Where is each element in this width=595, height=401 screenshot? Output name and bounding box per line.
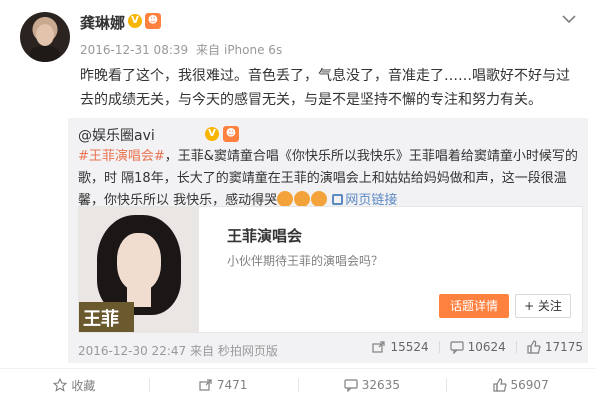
repost-like-count[interactable]: 17175 xyxy=(527,340,583,354)
topic-card-title[interactable]: 王菲演唱会 xyxy=(227,225,302,246)
repost-footer: 2016-12-30 22:47 来自 秒拍网页版 15524 10624 17… xyxy=(78,340,583,358)
repost-repost-count[interactable]: 15524 xyxy=(372,340,429,354)
avatar-body xyxy=(30,46,60,62)
repost-meta: 2016-12-30 22:47 来自 秒拍网页版 xyxy=(78,342,278,359)
divider xyxy=(438,341,440,353)
verified-badge-icon[interactable]: V xyxy=(205,127,219,141)
comment-icon xyxy=(450,341,464,354)
member-level-icon[interactable]: ☻ xyxy=(223,126,239,142)
repost-text: #王菲演唱会#，王菲&窦靖童合唱《你快乐所以我快乐》王菲唱着给窦靖童小时候写的歌… xyxy=(78,146,583,212)
repost-timestamp[interactable]: 2016-12-30 22:47 xyxy=(78,344,186,358)
weibo-post: 龚琳娜 V ☻ 2016-12-31 08:39 来自 iPhone 6s 昨晚看… xyxy=(0,0,595,401)
thumbs-up-icon xyxy=(527,340,541,354)
comment-count-value: 10624 xyxy=(467,340,506,354)
repost-comment-count[interactable]: 10624 xyxy=(450,340,506,354)
post-text-line: 去的成绩无关，与今天的感冒无关，与是不是坚持不懈的专注和努力有关。 xyxy=(80,92,542,108)
follow-button[interactable]: + 关注 xyxy=(515,294,571,318)
post-text-line: 昨晚看了这个，我很难过。音色丢了，气息没了，音准走了……唱歌好不好与过 xyxy=(80,68,570,84)
avatar-face xyxy=(36,24,54,46)
topic-card-image[interactable]: 王菲 xyxy=(79,207,199,332)
like-count: 56907 xyxy=(510,378,549,392)
thumbs-up-icon xyxy=(492,378,507,392)
favorite-button[interactable]: 收藏 xyxy=(0,369,149,401)
author-name[interactable]: 龚琳娜 xyxy=(80,12,125,33)
portrait-face xyxy=(117,233,161,291)
post-meta: 2016-12-31 08:39 来自 iPhone 6s xyxy=(80,41,286,58)
chevron-down-icon[interactable] xyxy=(560,12,578,26)
repost-count-value: 15524 xyxy=(390,340,429,354)
topic-detail-button[interactable]: 话题详情 xyxy=(439,294,509,318)
share-icon xyxy=(372,341,386,353)
like-count-value: 17175 xyxy=(544,340,583,354)
author-avatar[interactable] xyxy=(20,12,70,62)
share-icon xyxy=(199,379,212,391)
thumbs-up-icon xyxy=(277,191,294,207)
repost-author[interactable]: @娱乐圈avi xyxy=(78,125,155,145)
like-button[interactable]: 56907 xyxy=(446,369,595,401)
repost-button[interactable]: 7471 xyxy=(148,369,298,401)
image-label: 王菲 xyxy=(83,309,119,330)
favorite-label: 收藏 xyxy=(71,378,96,393)
comment-count: 32635 xyxy=(361,378,400,392)
post-source-prefix: 来自 xyxy=(195,43,220,57)
action-bar: 收藏 7471 32635 56907 xyxy=(0,368,595,401)
comment-icon xyxy=(344,379,358,392)
topic-card-subtitle: 小伙伴期待王菲的演唱会吗？ xyxy=(227,254,384,268)
post-text: 昨晚看了这个，我很难过。音色丢了，气息没了，音准走了……唱歌好不好与过 去的成绩… xyxy=(80,64,580,112)
topic-card[interactable]: 王菲 王菲演唱会 小伙伴期待王菲的演唱会吗？ 话题详情 + 关注 xyxy=(78,206,583,333)
member-level-icon[interactable]: ☻ xyxy=(145,13,161,29)
topic-link[interactable]: #王菲演唱会# xyxy=(78,149,165,164)
link-icon xyxy=(332,194,344,205)
repost-source: 秒拍网页版 xyxy=(217,344,278,358)
reposted-content: @娱乐圈avi V ☻ #王菲演唱会#，王菲&窦靖童合唱《你快乐所以我快乐》王菲… xyxy=(68,118,588,363)
comment-button[interactable]: 32635 xyxy=(297,369,447,401)
star-icon xyxy=(53,378,68,392)
divider xyxy=(515,341,517,353)
post-timestamp[interactable]: 2016-12-31 08:39 xyxy=(80,43,188,57)
thumbs-up-icon xyxy=(294,191,311,207)
repost-stats: 15524 10624 17175 xyxy=(362,340,583,354)
thumbs-up-icon xyxy=(311,191,328,207)
verified-badge-icon[interactable]: V xyxy=(128,14,142,28)
post-source: iPhone 6s xyxy=(223,43,283,57)
repost-count: 7471 xyxy=(216,378,248,392)
repost-source-prefix: 来自 xyxy=(189,344,214,358)
